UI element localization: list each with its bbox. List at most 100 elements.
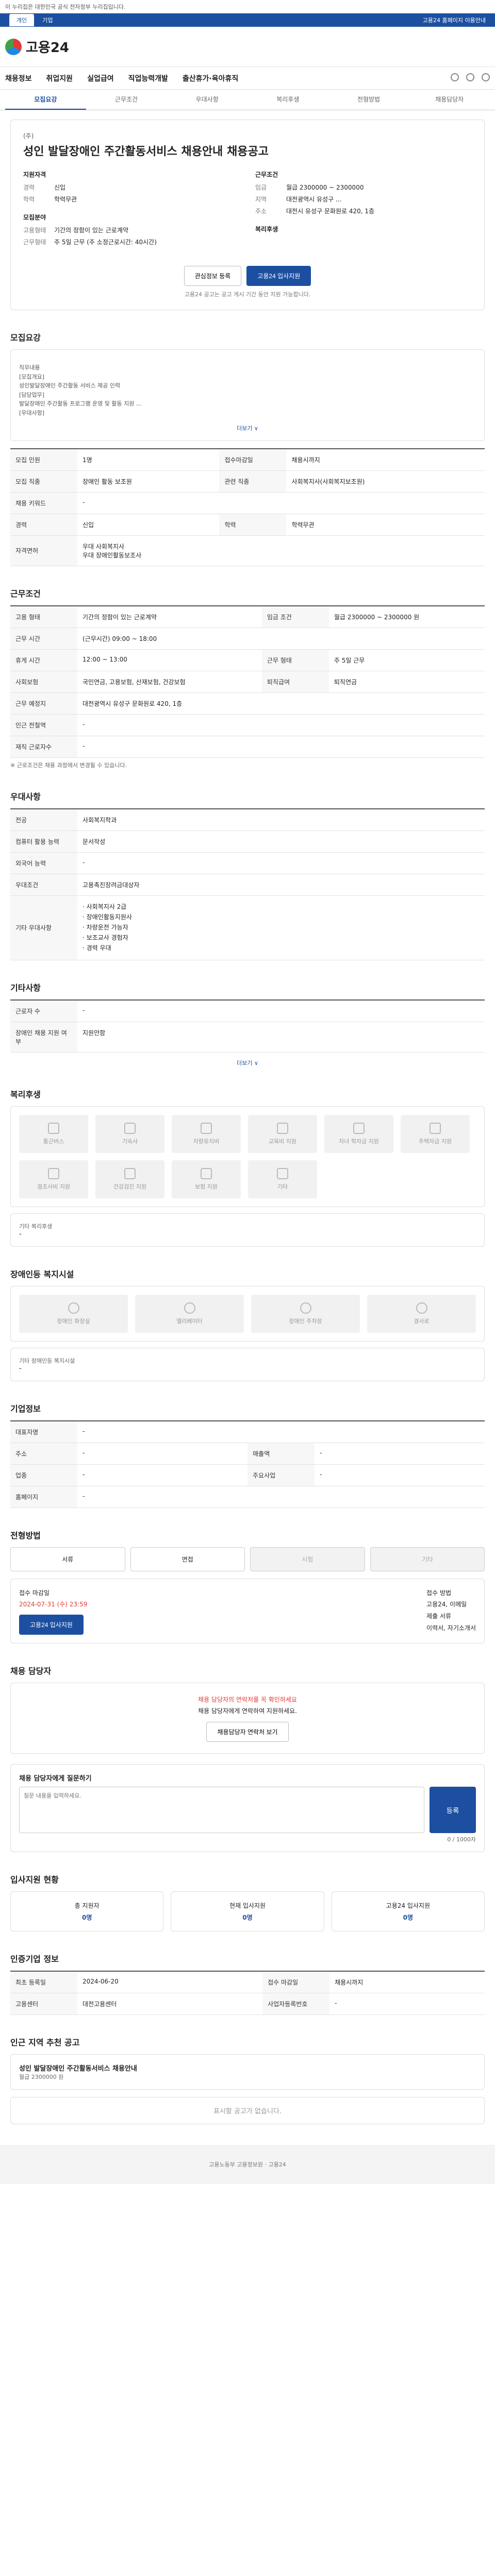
table-row: 전공 사회복지학과	[10, 808, 485, 831]
favorite-button[interactable]: 관심정보 등록	[184, 266, 242, 286]
tab-personal[interactable]: 개인	[9, 14, 35, 26]
tab-req[interactable]: 모집요강	[5, 90, 86, 110]
search-icon[interactable]	[451, 73, 459, 81]
list-item: 차량운전 가능자	[82, 923, 480, 931]
td: -	[329, 1993, 485, 2015]
menu-icon[interactable]	[482, 73, 490, 81]
job-title: 성인 발달장애인 주간활동서비스 채용안내 채용공고	[23, 145, 269, 158]
welfare-item: 교육비 지원	[248, 1114, 317, 1153]
site-logo[interactable]: 고용24	[5, 37, 69, 56]
nav-unemploy[interactable]: 실업급여	[87, 73, 114, 83]
qa-submit-button[interactable]: 등록	[430, 1787, 476, 1834]
site-guide-link[interactable]: 고용24 홈페이지 이용안내	[423, 16, 486, 24]
td: -	[77, 999, 485, 1022]
history-heading: 인증기업 정보	[10, 1954, 59, 1964]
list-item: 보조교사 경험자	[82, 933, 480, 942]
label: 학력	[23, 196, 35, 203]
elevator-icon	[184, 1302, 195, 1314]
welfare-item: 기타	[248, 1160, 317, 1198]
th: 장애인 채용 지원 여부	[10, 1022, 77, 1053]
school-icon	[353, 1122, 365, 1134]
expand-button[interactable]: 더보기 ∨	[19, 424, 476, 432]
contact-warning: 채용 담당자의 연락처를 꼭 확인하세요 채용 담당자에게 연락하여 지원하세요…	[10, 1683, 485, 1754]
req-desc: 직무내용 [모집개요] 성인발달장애인 주간활동 서비스 제공 인력 [담당업무…	[10, 349, 485, 441]
warning-text: 채용 담당자에게 연락하여 지원하세요.	[198, 1707, 297, 1715]
process-steps: 서류 면접 시험 기타	[10, 1547, 485, 1571]
welfare-section-heading: 복리후생	[10, 1089, 41, 1099]
show-contact-button[interactable]: 채용담당자 연락처 보기	[206, 1722, 289, 1742]
table-row: 고용센터 대전고용센터 사업자등록번호 -	[10, 1993, 485, 2015]
table-row: 근로자 수-	[10, 999, 485, 1022]
th: 우대조건	[10, 874, 77, 896]
th: 대표자명	[10, 1420, 77, 1443]
tab-process[interactable]: 전형방법	[328, 90, 409, 110]
td: -	[315, 1443, 485, 1465]
welfare-item: 기숙사	[95, 1114, 164, 1153]
label: 고용형태	[23, 227, 46, 234]
apply-button[interactable]: 고용24 입사지원	[246, 266, 311, 286]
apply-note: 고용24 공고는 공고 게시 기간 동안 지원 가능합니다.	[184, 291, 311, 298]
tab-pref[interactable]: 우대사항	[167, 90, 248, 110]
table-row: 자격면허 우대 사회복지사 우대 장애인활동보조사	[10, 535, 485, 566]
nav-leave[interactable]: 출산휴가·육아휴직	[183, 73, 238, 83]
cond-section-heading: 근무조건	[10, 588, 41, 599]
tab-company[interactable]: 기업	[35, 14, 60, 26]
td: (근무시간) 09:00 ~ 18:00	[77, 628, 485, 650]
td: 퇴직연금	[328, 671, 485, 693]
td: 채용시까지	[329, 1971, 485, 1994]
table-row: 기타 우대사항 사회복지사 2급장애인활동지원사차량운전 가능자보조교사 경험자…	[10, 895, 485, 960]
td: -	[315, 1464, 485, 1486]
disab-heading: 장애인등 복지시설	[10, 1269, 74, 1279]
nav-training[interactable]: 직업능력개발	[128, 73, 168, 83]
disab-label: 경사로	[414, 1317, 430, 1325]
td: 채용시까지	[286, 448, 485, 471]
welfare-etc-label: 기타 복리후생	[19, 1223, 53, 1230]
table-row: 우대조건 고용촉진장려금대상자	[10, 874, 485, 896]
nearby-card[interactable]: 성인 발달장애인 주간활동서비스 채용안내 월급 2300000 원	[10, 2054, 485, 2090]
warning-title: 채용 담당자의 연락처를 꼭 확인하세요	[198, 1696, 297, 1704]
welfare-item: 자녀 학자금 지원	[324, 1114, 393, 1153]
other-more-button[interactable]: 더보기 ∨	[10, 1059, 485, 1067]
nearby-meta: 월급 2300000 원	[19, 2074, 64, 2081]
book-icon	[277, 1122, 288, 1134]
table-row: 근무 예정지 대전광역시 유성구 문화원로 420, 1층	[10, 692, 485, 715]
car-icon	[201, 1122, 212, 1134]
qa-input[interactable]	[19, 1787, 424, 1834]
th: 퇴직급여	[261, 671, 329, 693]
other-table: 근로자 수- 장애인 채용 지원 여부 지원안함	[10, 999, 485, 1053]
tab-contact[interactable]: 채용담당자	[409, 90, 490, 110]
user-icon[interactable]	[466, 73, 474, 81]
th: 휴게 시간	[10, 649, 77, 671]
table-row: 홈페이지 -	[10, 1486, 485, 1508]
th: 근무 형태	[261, 649, 329, 671]
stat-label: 총 지원자	[74, 1902, 100, 1910]
th: 자격면허	[10, 535, 77, 566]
stat-card: 고용24 입사지원 0명	[331, 1891, 485, 1932]
nav-jobs[interactable]: 채용정보	[5, 73, 32, 83]
site-header: 고용24	[0, 27, 495, 67]
stat-value: 0명	[81, 1914, 92, 1922]
tab-welfare[interactable]: 복리후생	[248, 90, 328, 110]
th: 홈페이지	[10, 1486, 77, 1508]
table-row: 대표자명 -	[10, 1420, 485, 1443]
logo-text: 고용24	[26, 40, 70, 56]
req-heading: 모집요강	[10, 333, 41, 343]
disab-etc-label: 기타 장애인등 복지시설	[19, 1357, 75, 1364]
td: 학력무관	[286, 514, 485, 536]
step-test: 시험	[250, 1547, 365, 1571]
value: 신입	[54, 184, 66, 191]
disab-item: 경사로	[367, 1294, 476, 1333]
th: 채용 키워드	[10, 492, 77, 514]
tab-cond[interactable]: 근무조건	[86, 90, 167, 110]
th: 모집 인원	[10, 448, 77, 471]
apply-button-2[interactable]: 고용24 입사지원	[19, 1615, 84, 1635]
welfare-label: 주택자금 지원	[418, 1138, 452, 1145]
th: 사업자등록번호	[262, 1993, 330, 2015]
td: 국민연금, 고용보험, 산재보험, 건강보험	[77, 671, 262, 693]
label: 근무형태	[23, 239, 46, 246]
td: -	[77, 1486, 485, 1508]
nearby-title[interactable]: 성인 발달장애인 주간활동서비스 채용안내	[19, 2063, 476, 2073]
qa-box: 채용 담당자에게 질문하기 등록 0 / 1000자	[10, 1764, 485, 1853]
nav-support[interactable]: 취업지원	[46, 73, 73, 83]
welfare-item: 차량유지비	[172, 1114, 241, 1153]
